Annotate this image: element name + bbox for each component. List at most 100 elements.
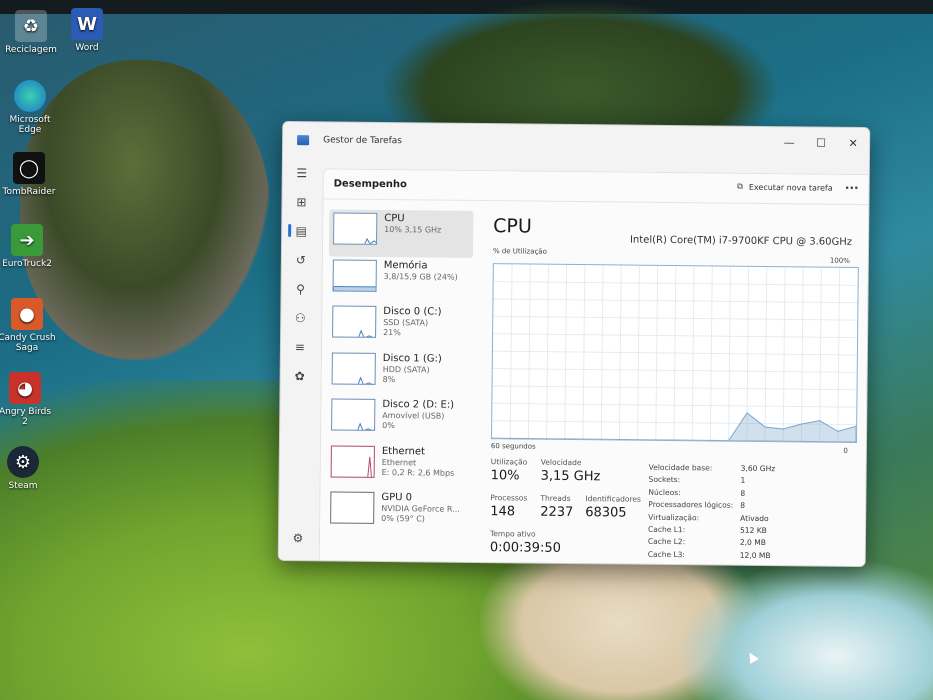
perf-item-name: Disco 2 (D: E:) — [382, 398, 455, 411]
detail-title: CPU — [493, 215, 532, 238]
cpu-chart-svg — [492, 264, 858, 442]
spec-row: Cache L3: 12,0 MB — [648, 550, 808, 564]
perf-item-gpu[interactable]: GPU 0 NVIDIA GeForce R... 0% (59° C) — [326, 488, 470, 536]
run-new-task-button[interactable]: ⧉ Executar nova tarefa — [737, 182, 833, 193]
candy-crush-icon: ● — [11, 298, 43, 330]
perf-item-info: Ethernet Ethernet E: 0,2 R: 2,6 Mbps — [382, 445, 455, 478]
desktop-icon-label: Microsoft Edge — [9, 115, 51, 135]
perf-item-sub: E: 0,2 R: 2,6 Mbps — [381, 467, 455, 478]
history-icon[interactable]: ↺ — [282, 245, 320, 274]
perf-item-name: CPU — [384, 213, 405, 225]
spec-key: Virtualização: — [648, 512, 700, 522]
settings-icon[interactable]: ⚙ — [279, 523, 317, 552]
perf-item-cpu[interactable]: CPU 10% 3,15 GHz — [328, 209, 474, 258]
perf-thumbnail — [330, 491, 375, 524]
perf-thumbnail — [332, 258, 377, 292]
stat-label: Processos — [490, 493, 528, 503]
graph-xlabel: 60 segundos — [490, 442, 536, 451]
eurotruck-icon: ➔ — [11, 224, 43, 256]
desktop-icon-label: Word — [75, 43, 99, 53]
perf-thumbnail — [331, 398, 376, 431]
perf-item-sub: 21% — [383, 328, 401, 338]
perf-item-mem[interactable]: Memória 3,8/15,9 GB (24%) — [328, 256, 472, 304]
desktop-icon-word[interactable]: W Word — [57, 8, 117, 53]
perf-item-sub: Ethernet — [381, 457, 417, 467]
desktop-icon-label: Reciclagem — [5, 45, 57, 55]
title-bar[interactable]: Gestor de Tarefas — ☐ ✕ — [283, 122, 869, 164]
spec-value: 3,60 GHz — [740, 463, 776, 474]
users-icon[interactable]: ⚇ — [281, 303, 319, 332]
desktop-icon-eurotruck[interactable]: ➔ EuroTruck2 — [0, 224, 57, 269]
perf-item-name: Memória — [383, 259, 428, 271]
perf-item-disk[interactable]: Disco 1 (G:) HDD (SATA) 8% — [327, 349, 471, 397]
perf-thumbnail — [333, 212, 378, 245]
stat-processes: Processos 148 — [490, 493, 527, 519]
stat-utilization: Utilização 10% — [491, 457, 528, 483]
page-title: Desempenho — [333, 178, 408, 191]
content-header: Desempenho ⧉ Executar nova tarefa ··· — [323, 169, 869, 206]
perf-item-sub: 0% — [382, 420, 395, 431]
desktop-icon-steam[interactable]: ⚙ Steam — [0, 446, 53, 491]
perf-item-name: Disco 1 (G:) — [382, 352, 442, 365]
services-icon[interactable]: ✿ — [281, 361, 319, 390]
spec-key: Núcleos: — [648, 487, 681, 497]
desktop-icon-recycle-bin[interactable]: ♻ Reciclagem — [1, 10, 61, 55]
perf-item-name: GPU 0 — [381, 491, 413, 504]
stat-handles: Identificadores 68305 — [585, 494, 641, 521]
cpu-model: Intel(R) Core(TM) i7-9700KF CPU @ 3.60GH… — [629, 234, 853, 248]
tombraider-icon: ◯ — [13, 152, 45, 184]
perf-item-net[interactable]: Ethernet Ethernet E: 0,2 R: 2,6 Mbps — [326, 442, 470, 490]
desktop-icon-angry-birds[interactable]: ◕ Angry Birds 2 — [0, 372, 55, 427]
stat-label: Threads — [540, 493, 571, 503]
stat-label: Velocidade — [540, 457, 582, 468]
spec-value: 12,0 MB — [739, 550, 771, 560]
cpu-detail-panel: CPU Intel(R) Core(TM) i7-9700KF CPU @ 3.… — [486, 211, 859, 566]
perf-item-info: Disco 1 (G:) HDD (SATA) 8% — [383, 352, 442, 385]
spec-key: Cache L3: — [647, 549, 686, 559]
graph-max-label: 100% — [829, 256, 850, 265]
performance-icon[interactable]: ▤ — [282, 216, 320, 245]
details-icon[interactable]: ≡ — [281, 332, 319, 361]
maximize-button[interactable]: ☐ — [805, 127, 837, 157]
more-options-button[interactable]: ··· — [845, 181, 859, 195]
perf-thumbnail — [330, 444, 375, 478]
perf-item-info: CPU 10% 3,15 GHz — [384, 213, 441, 236]
perf-item-name: Disco 0 (C:) — [383, 306, 442, 318]
cpu-specs: Velocidade base: 3,60 GHz Sockets: 1 Núcleos… — [648, 463, 809, 564]
stat-label: Tempo ativo — [489, 529, 536, 539]
perf-thumbnail — [331, 351, 376, 385]
perf-item-info: Disco 2 (D: E:) Amovível (USB) 0% — [382, 399, 454, 432]
perf-item-sub: 10% 3,15 GHz — [384, 225, 442, 235]
minimize-button[interactable]: — — [773, 127, 805, 157]
menu-icon[interactable]: ☰ — [283, 158, 321, 187]
wallpaper-surf — [680, 560, 933, 700]
desktop-icon-tombraider[interactable]: ◯ TombRaider — [0, 152, 59, 197]
close-button[interactable]: ✕ — [837, 128, 869, 158]
stat-value: 2237 — [540, 504, 574, 521]
word-icon: W — [71, 8, 103, 40]
stat-label: Identificadores — [585, 494, 642, 504]
perf-item-sub: 8% — [382, 374, 396, 384]
perf-item-name: Ethernet — [381, 445, 426, 457]
spec-value: 8 — [740, 488, 746, 498]
graph-x-end: 0 — [843, 446, 848, 455]
perf-item-disk[interactable]: Disco 2 (D: E:) Amovível (USB) 0% — [327, 395, 471, 443]
stat-uptime: Tempo ativo 0:00:39:50 — [490, 529, 561, 556]
stat-threads: Threads 2237 — [540, 494, 573, 520]
spec-value: 512 KB — [740, 525, 767, 535]
perf-item-disk[interactable]: Disco 0 (C:) SSD (SATA) 21% — [328, 302, 472, 350]
perf-item-sub: HDD (SATA) — [382, 364, 430, 374]
spec-value: Ativado — [740, 513, 769, 523]
startup-icon[interactable]: ⚲ — [281, 274, 319, 303]
processes-icon[interactable]: ⊞ — [282, 187, 320, 216]
desktop-icon-edge[interactable]: Microsoft Edge — [0, 80, 60, 135]
content-pane: Desempenho ⧉ Executar nova tarefa ··· CP… — [318, 168, 869, 567]
run-task-label: Executar nova tarefa — [748, 182, 833, 193]
desktop-icon-label: Steam — [8, 481, 38, 491]
edge-icon — [14, 80, 46, 112]
spec-key: Cache L2: — [647, 537, 686, 547]
desktop-icon-candy-crush[interactable]: ● Candy Crush Saga — [0, 298, 57, 353]
perf-item-sub: 3,8/15,9 GB (24%) — [383, 271, 458, 282]
run-task-icon: ⧉ — [737, 181, 743, 191]
perf-item-info: GPU 0 NVIDIA GeForce R... 0% (59° C) — [381, 492, 460, 525]
